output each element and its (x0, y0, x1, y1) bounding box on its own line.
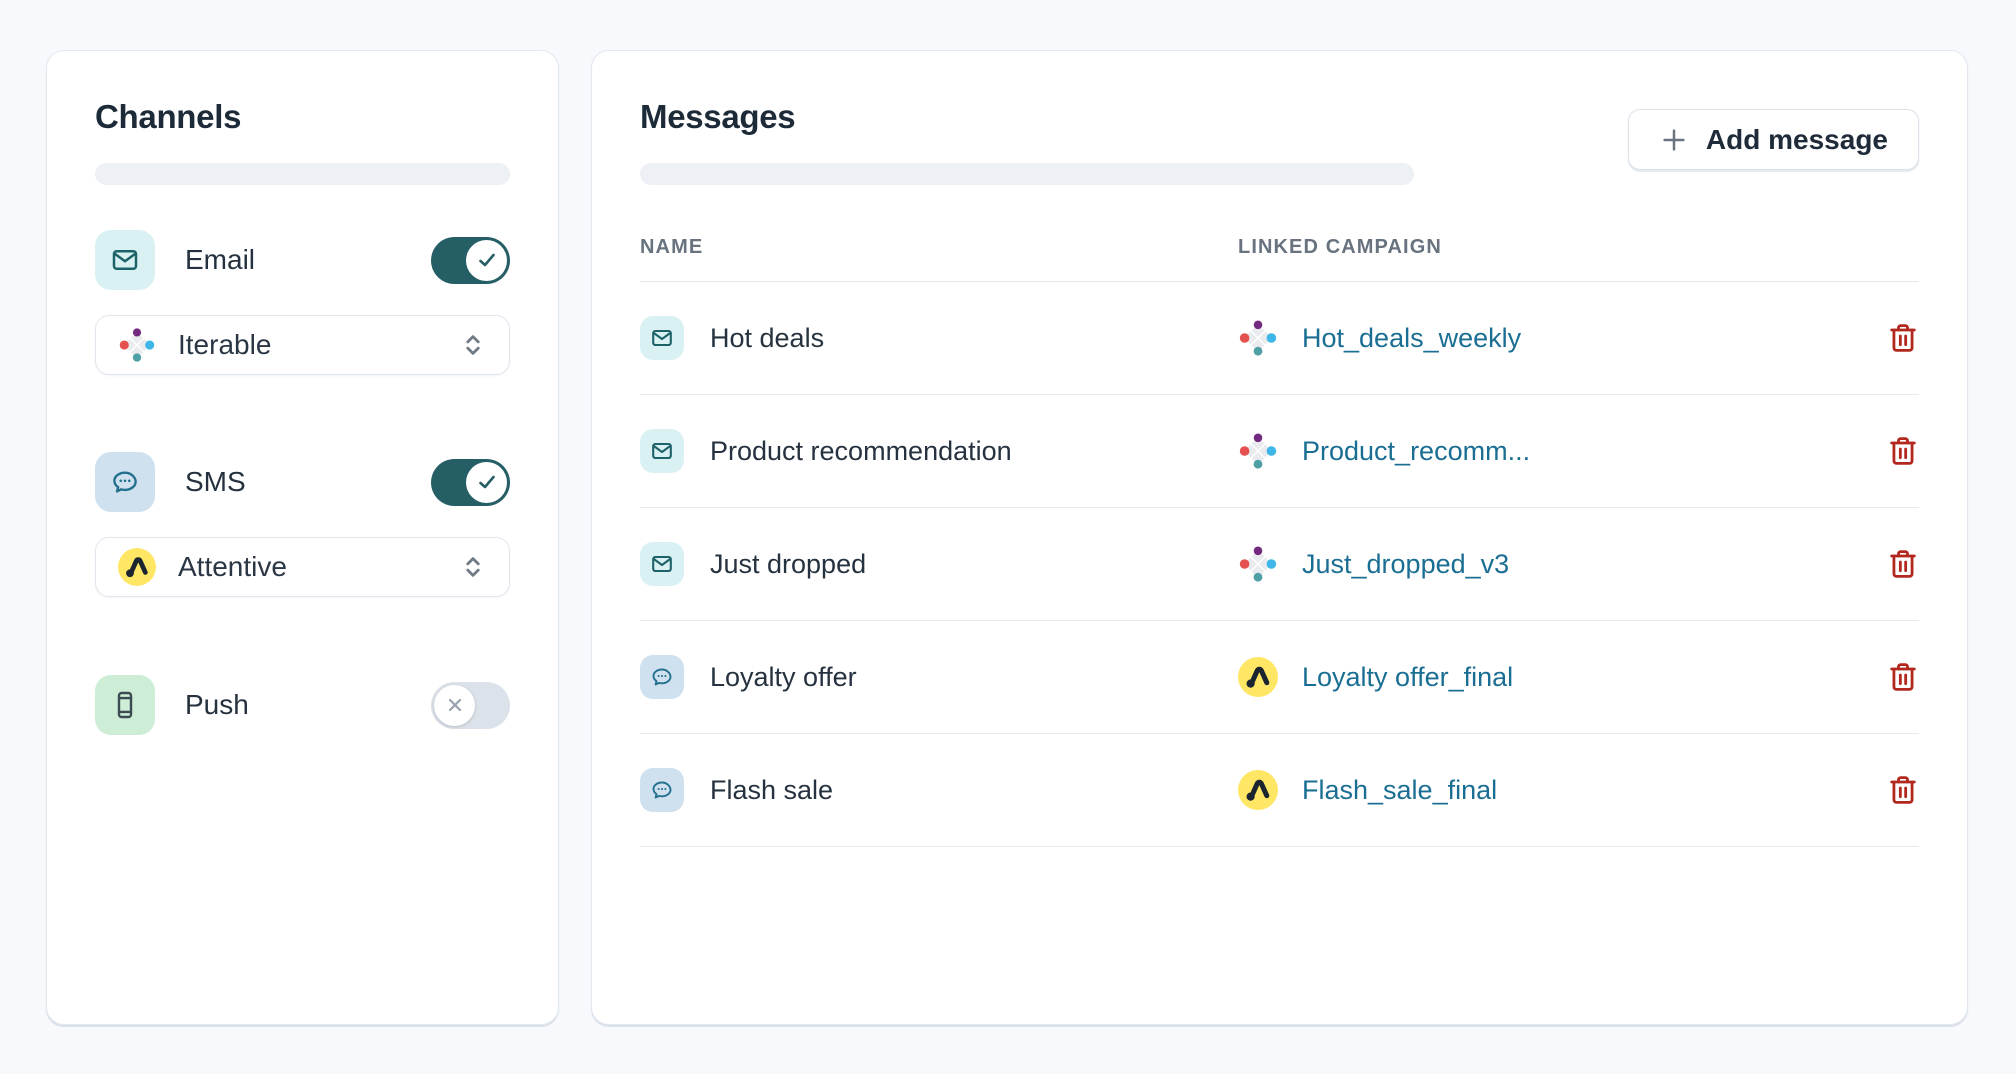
email-icon (95, 230, 155, 290)
iterable-logo-icon (1238, 431, 1278, 471)
table-row: Hot deals Hot_deals_weekly (640, 282, 1919, 395)
push-toggle[interactable] (431, 682, 510, 729)
column-header-name: NAME (640, 236, 1238, 259)
email-provider-select[interactable]: Iterable (95, 315, 510, 375)
campaign-link[interactable]: Just_dropped_v3 (1302, 549, 1509, 580)
add-message-label: Add message (1706, 124, 1888, 156)
sms-icon (95, 452, 155, 512)
delete-message-button[interactable] (1887, 435, 1919, 467)
messages-card: Messages Add message NAME LINKED CAMPAIG… (591, 50, 1968, 1025)
iterable-logo-icon (1238, 318, 1278, 358)
channel-row-sms: SMS (95, 452, 510, 512)
email-icon (640, 316, 684, 360)
trash-icon (1887, 435, 1919, 467)
column-header-linked-campaign: LINKED CAMPAIGN (1238, 236, 1875, 259)
delete-message-button[interactable] (1887, 548, 1919, 580)
campaign-link[interactable]: Hot_deals_weekly (1302, 323, 1521, 354)
iterable-logo-icon (118, 326, 156, 364)
table-row: Loyalty offer Loyalty offer_final (640, 621, 1919, 734)
push-icon (95, 675, 155, 735)
channel-label-sms: SMS (185, 466, 246, 498)
delete-message-button[interactable] (1887, 661, 1919, 693)
email-provider-value: Iterable (178, 329, 271, 361)
email-toggle[interactable] (431, 237, 510, 284)
campaign-cell: Product_recomm... (1238, 431, 1875, 471)
plus-icon (1659, 125, 1689, 155)
messages-table: NAME LINKED CAMPAIGN Hot deals (640, 236, 1919, 847)
name-cell: Flash sale (640, 768, 1238, 812)
iterable-logo-icon (1238, 544, 1278, 584)
campaign-link[interactable]: Flash_sale_final (1302, 775, 1497, 806)
chevron-up-down-icon (459, 331, 487, 359)
attentive-logo-icon (1238, 770, 1278, 810)
email-icon (640, 429, 684, 473)
skeleton-bar (640, 163, 1414, 185)
trash-icon (1887, 322, 1919, 354)
chevron-up-down-icon (459, 553, 487, 581)
message-name: Hot deals (710, 323, 824, 354)
toggle-check-icon (466, 240, 507, 281)
trash-icon (1887, 548, 1919, 580)
table-row: Product recommendation Product_recomm... (640, 395, 1919, 508)
channel-row-email: Email (95, 230, 510, 290)
table-header-row: NAME LINKED CAMPAIGN (640, 236, 1919, 282)
page: { "channels_card": { "title": "Channels"… (0, 0, 2016, 1074)
channel-label-push: Push (185, 689, 249, 721)
attentive-logo-icon (1238, 657, 1278, 697)
toggle-check-icon (466, 462, 507, 503)
toggle-x-icon (434, 685, 475, 726)
delete-message-button[interactable] (1887, 322, 1919, 354)
campaign-cell: Just_dropped_v3 (1238, 544, 1875, 584)
sms-provider-value: Attentive (178, 551, 287, 583)
message-name: Product recommendation (710, 436, 1012, 467)
attentive-logo-icon (118, 548, 156, 586)
table-row: Flash sale Flash_sale_final (640, 734, 1919, 847)
email-icon (640, 542, 684, 586)
message-name: Loyalty offer (710, 662, 857, 693)
sms-icon (640, 768, 684, 812)
skeleton-bar (95, 163, 510, 185)
name-cell: Loyalty offer (640, 655, 1238, 699)
sms-icon (640, 655, 684, 699)
add-message-button[interactable]: Add message (1628, 109, 1919, 170)
messages-header: Messages Add message (640, 99, 1919, 185)
campaign-link[interactable]: Loyalty offer_final (1302, 662, 1513, 693)
trash-icon (1887, 661, 1919, 693)
sms-toggle[interactable] (431, 459, 510, 506)
channel-row-push: Push (95, 675, 510, 735)
name-cell: Product recommendation (640, 429, 1238, 473)
name-cell: Just dropped (640, 542, 1238, 586)
delete-message-button[interactable] (1887, 774, 1919, 806)
campaign-cell: Hot_deals_weekly (1238, 318, 1875, 358)
sms-provider-select[interactable]: Attentive (95, 537, 510, 597)
name-cell: Hot deals (640, 316, 1238, 360)
message-name: Flash sale (710, 775, 833, 806)
channels-card: Channels Email (46, 50, 559, 1025)
trash-icon (1887, 774, 1919, 806)
campaign-cell: Flash_sale_final (1238, 770, 1875, 810)
campaign-link[interactable]: Product_recomm... (1302, 436, 1530, 467)
channel-label-email: Email (185, 244, 255, 276)
campaign-cell: Loyalty offer_final (1238, 657, 1875, 697)
message-name: Just dropped (710, 549, 866, 580)
table-row: Just dropped Just_dropped_v3 (640, 508, 1919, 621)
channels-title: Channels (95, 99, 510, 135)
